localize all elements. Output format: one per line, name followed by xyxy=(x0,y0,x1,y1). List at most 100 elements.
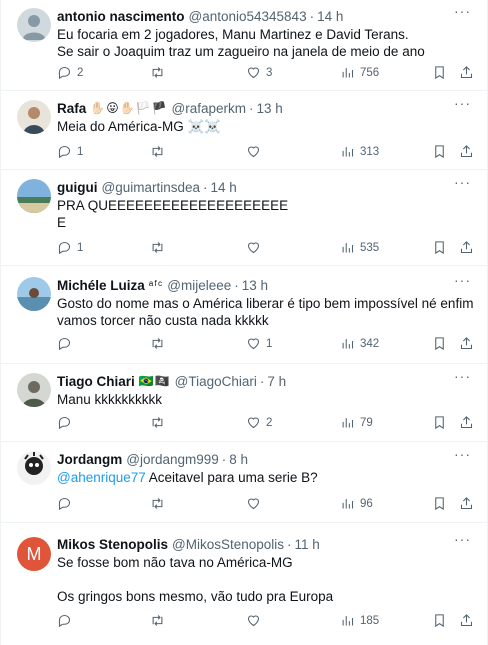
views-chart-icon xyxy=(342,339,354,349)
tweet[interactable]: Michéle Luiza ᵃᶠᶜ @mijeleee · 13 h Gosto… xyxy=(1,266,487,364)
views-button[interactable]: 535 xyxy=(340,240,379,255)
more-options-icon[interactable]: ··· xyxy=(454,95,471,111)
author-name[interactable]: guigui xyxy=(57,180,98,195)
reply-button[interactable]: 2 xyxy=(57,65,83,80)
avatar[interactable] xyxy=(17,100,51,134)
author-handle[interactable]: @guimartinsdea xyxy=(102,180,201,195)
views-button[interactable]: 96 xyxy=(340,496,373,511)
timestamp[interactable]: 7 h xyxy=(267,374,286,389)
tweet[interactable]: Rafa ✋🏻😛✋🏻🏳️🏴 @rafaperkm · 13 h Meia do … xyxy=(1,91,487,170)
reply-button[interactable] xyxy=(57,415,77,430)
author-name[interactable]: Mikos Stenopolis xyxy=(57,537,168,552)
tweet[interactable]: antonio nascimento @antonio54345843 · 14… xyxy=(1,0,487,91)
reply-count: 2 xyxy=(77,66,84,79)
timestamp[interactable]: 13 h xyxy=(242,278,268,293)
timestamp[interactable]: 13 h xyxy=(257,101,283,116)
author-handle[interactable]: @antonio54345843 xyxy=(189,9,307,24)
author-name[interactable]: Rafa xyxy=(57,101,86,116)
avatar[interactable] xyxy=(17,277,51,311)
author-handle[interactable]: @rafaperkm xyxy=(172,101,246,116)
retweet-button[interactable] xyxy=(150,240,170,255)
retweet-icon xyxy=(152,67,163,78)
bookmark-button[interactable] xyxy=(432,415,447,430)
share-icon xyxy=(460,416,473,429)
author-name[interactable]: Michéle Luiza xyxy=(57,278,145,293)
like-button[interactable]: 2 xyxy=(246,415,272,430)
author-handle[interactable]: @mijeleee xyxy=(167,278,231,293)
reply-feed: antonio nascimento @antonio54345843 · 14… xyxy=(0,0,488,645)
more-options-icon[interactable]: ··· xyxy=(454,446,471,462)
share-button[interactable] xyxy=(459,415,474,430)
timestamp[interactable]: 14 h xyxy=(317,9,343,24)
views-button[interactable]: 185 xyxy=(340,613,379,628)
more-options-icon[interactable]: ··· xyxy=(454,531,471,547)
bookmark-button[interactable] xyxy=(432,240,447,255)
share-button[interactable] xyxy=(459,65,474,80)
more-options-icon[interactable]: ··· xyxy=(454,174,471,190)
avatar[interactable] xyxy=(17,8,51,42)
like-button[interactable]: 3 xyxy=(246,65,272,80)
retweet-button[interactable] xyxy=(150,336,170,351)
tweet[interactable]: M Mikos Stenopolis @MikosStenopolis · 11… xyxy=(1,523,487,641)
timestamp[interactable]: 11 h xyxy=(295,537,320,552)
more-options-icon[interactable]: ··· xyxy=(454,368,471,384)
tweet-text: Meia do América-MG ☠️☠️ xyxy=(57,119,222,134)
bookmark-button[interactable] xyxy=(432,144,447,159)
like-count: 2 xyxy=(266,416,273,429)
retweet-button[interactable] xyxy=(150,613,170,628)
author-name[interactable]: Jordangm xyxy=(57,452,122,467)
views-chart-icon xyxy=(342,243,354,253)
views-button[interactable]: 756 xyxy=(340,65,379,80)
bookmark-button[interactable] xyxy=(432,65,447,80)
share-button[interactable] xyxy=(459,240,474,255)
retweet-button[interactable] xyxy=(150,65,170,80)
avatar[interactable] xyxy=(17,373,51,407)
timestamp[interactable]: 8 h xyxy=(229,452,248,467)
avatar[interactable] xyxy=(17,451,51,485)
retweet-button[interactable] xyxy=(150,496,170,511)
author-name[interactable]: antonio nascimento xyxy=(57,9,185,24)
reply-icon xyxy=(58,241,71,255)
reply-button[interactable] xyxy=(57,496,77,511)
like-button[interactable] xyxy=(246,496,266,511)
reply-button[interactable] xyxy=(57,613,77,628)
tweet[interactable]: guigui @guimartinsdea · 14 h PRA QUEEEEE… xyxy=(1,170,487,266)
tweet-actions: 2 3 756 xyxy=(57,65,474,83)
author-handle[interactable]: @TiagoChiari xyxy=(175,374,257,389)
mention-link[interactable]: @ahenrique77 xyxy=(57,470,146,485)
author-handle[interactable]: @jordangm999 xyxy=(126,452,219,467)
tweet[interactable]: Jordangm @jordangm999 · 8 h @ahenrique77… xyxy=(1,442,487,523)
like-count: 3 xyxy=(266,66,273,79)
avatar[interactable] xyxy=(17,179,51,213)
share-button[interactable] xyxy=(459,496,474,511)
author-handle[interactable]: @MikosStenopolis xyxy=(172,537,284,552)
share-button[interactable] xyxy=(459,144,474,159)
bookmark-button[interactable] xyxy=(432,496,447,511)
like-button[interactable] xyxy=(246,613,266,628)
views-chart-icon xyxy=(342,147,354,157)
bookmark-button[interactable] xyxy=(432,336,447,351)
retweet-button[interactable] xyxy=(150,415,170,430)
reply-button[interactable] xyxy=(57,336,77,351)
tweet-text: Gosto do nome mas o América liberar é ti… xyxy=(57,296,474,328)
reply-button[interactable]: 1 xyxy=(57,144,83,159)
retweet-button[interactable] xyxy=(150,144,170,159)
like-button[interactable]: 1 xyxy=(246,336,272,351)
share-button[interactable] xyxy=(459,336,474,351)
timestamp[interactable]: 14 h xyxy=(211,180,237,195)
views-button[interactable]: 79 xyxy=(340,415,373,430)
views-button[interactable]: 313 xyxy=(340,144,379,159)
tweet[interactable]: Tiago Chiari 🇧🇷🏴‍☠️ @TiagoChiari · 7 h M… xyxy=(1,364,487,442)
like-button[interactable] xyxy=(246,240,266,255)
author-name[interactable]: Tiago Chiari xyxy=(57,374,135,389)
bookmark-button[interactable] xyxy=(432,613,447,628)
like-button[interactable] xyxy=(246,144,266,159)
reply-button[interactable]: 1 xyxy=(57,240,83,255)
share-button[interactable] xyxy=(459,613,474,628)
tweet-header: Rafa ✋🏻😛✋🏻🏳️🏴 @rafaperkm · 13 h xyxy=(57,99,475,117)
view-count: 342 xyxy=(360,337,380,350)
more-options-icon[interactable]: ··· xyxy=(454,3,471,19)
avatar[interactable]: M xyxy=(17,537,51,571)
views-button[interactable]: 342 xyxy=(340,336,379,351)
more-options-icon[interactable]: ··· xyxy=(454,272,471,288)
